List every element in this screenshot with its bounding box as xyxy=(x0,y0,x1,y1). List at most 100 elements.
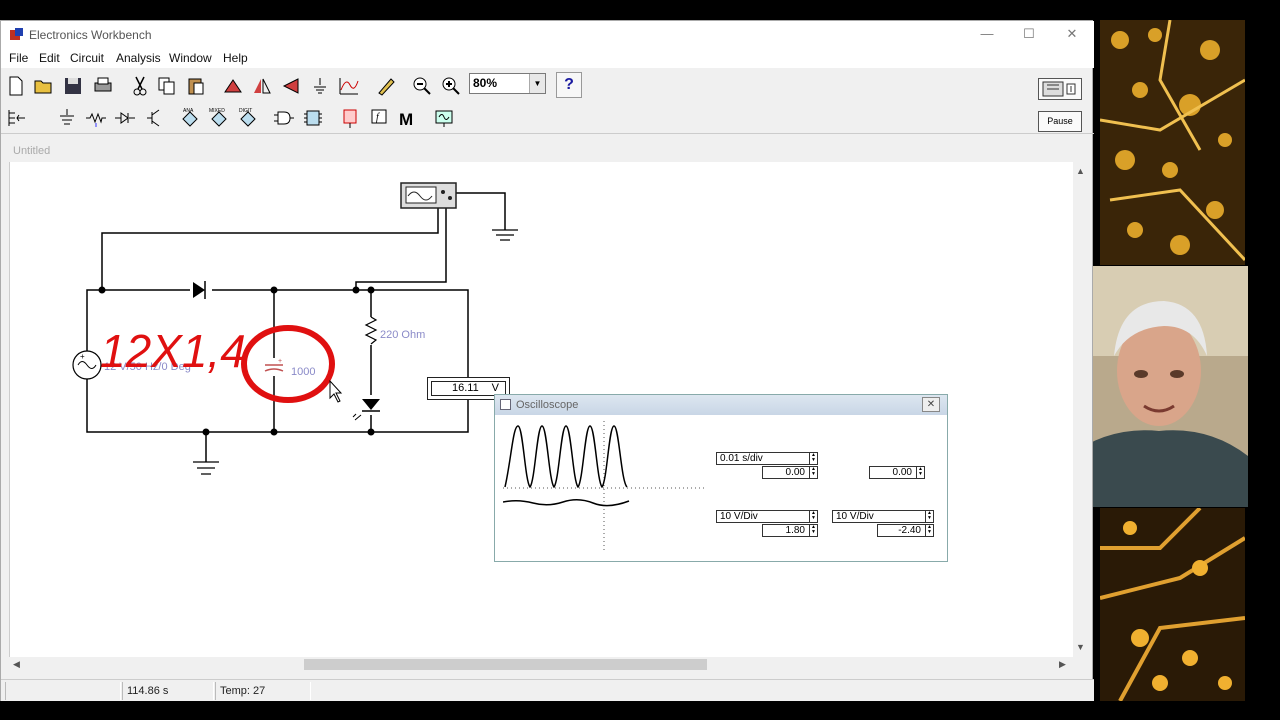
zoom-out-icon xyxy=(413,77,431,95)
graph-button[interactable] xyxy=(336,73,362,99)
channel-a-position-spinner[interactable]: 1.80 ▲ ▼ xyxy=(762,524,818,537)
channel-a-scale-spinner[interactable]: 10 V/Div ▲ ▼ xyxy=(716,510,818,523)
cut-button[interactable] xyxy=(127,73,153,99)
maximize-button[interactable]: ☐ xyxy=(1014,25,1044,43)
zoom-in-button[interactable] xyxy=(438,73,464,99)
horizontal-scrollbar[interactable]: ◀ ▶ xyxy=(9,657,1073,671)
channel-b-position-value: -2.40 xyxy=(898,525,921,536)
scroll-left-icon[interactable]: ◀ xyxy=(13,659,20,670)
clipboard-icon xyxy=(188,78,204,95)
controls-bin-button[interactable]: f xyxy=(366,105,392,131)
zoom-select[interactable]: 80% ▼ xyxy=(469,73,546,94)
logic-gate-icon xyxy=(274,111,294,125)
scroll-up-icon[interactable]: ▲ xyxy=(1076,166,1085,176)
favorites-bin-button[interactable] xyxy=(4,105,30,131)
minimize-button[interactable]: — xyxy=(972,25,1002,43)
oscilloscope-close-icon[interactable]: ✕ xyxy=(922,397,940,412)
voltmeter-value: 16.11 xyxy=(452,382,479,394)
timebase-value: 0.01 s/div xyxy=(720,453,763,464)
channel-b-scale-spinner[interactable]: 10 V/Div ▲ ▼ xyxy=(832,510,934,523)
indicators-bin-button[interactable] xyxy=(337,105,363,131)
spinner-arrows-icon[interactable]: ▲ ▼ xyxy=(809,453,817,464)
transistors-bin-button[interactable] xyxy=(141,105,167,131)
spinner-arrows-icon[interactable]: ▲ ▼ xyxy=(925,525,933,536)
channel-b-position-spinner[interactable]: -2.40 ▲ ▼ xyxy=(877,524,934,537)
main-window: Electronics Workbench — ☐ ✕ File Edit Ci… xyxy=(0,20,1094,701)
oscilloscope-title-bar[interactable]: Oscilloscope ✕ xyxy=(495,395,947,415)
ac-voltage-source[interactable]: + xyxy=(72,350,102,380)
favorites-bin-icon xyxy=(8,110,25,126)
vertical-scrollbar[interactable]: ▲ ▼ xyxy=(1073,162,1087,657)
menu-window[interactable]: Window xyxy=(169,51,212,65)
diode-component[interactable] xyxy=(190,280,212,300)
channel-a-waveform xyxy=(504,425,628,489)
basic-bin-button[interactable] xyxy=(83,105,109,131)
spinner-arrows-icon[interactable]: ▲ ▼ xyxy=(916,467,924,478)
analog-ic-bin-button[interactable]: ANA xyxy=(177,105,203,131)
transistor-icon xyxy=(147,109,160,127)
resistor-label: 220 Ohm xyxy=(380,329,425,341)
diode-icon xyxy=(115,112,135,124)
title-bar: Electronics Workbench — ☐ ✕ xyxy=(1,21,1094,48)
rotate-button[interactable] xyxy=(220,73,246,99)
horizontal-scroll-thumb[interactable] xyxy=(304,659,707,670)
instrument-icon xyxy=(435,110,453,127)
power-switch-icon xyxy=(1042,81,1076,97)
timebase-spinner[interactable]: 0.01 s/div ▲ ▼ xyxy=(716,452,818,465)
flip-vertical-button[interactable] xyxy=(278,73,304,99)
paste-button[interactable] xyxy=(183,73,209,99)
miscellaneous-bin-button[interactable]: M xyxy=(395,105,421,131)
mixed-ic-bin-button[interactable]: MIXED xyxy=(206,105,232,131)
menu-help[interactable]: Help xyxy=(223,51,248,65)
zoom-value: 80% xyxy=(473,76,498,90)
close-button[interactable]: ✕ xyxy=(1057,25,1087,43)
menu-analysis[interactable]: Analysis xyxy=(116,51,161,65)
spinner-arrows-icon[interactable]: ▲ ▼ xyxy=(809,525,817,536)
instruments-bin-button[interactable] xyxy=(431,105,457,131)
x-position-spinner[interactable]: 0.00 ▲ ▼ xyxy=(762,466,818,479)
trigger-level-spinner[interactable]: 0.00 ▲ ▼ xyxy=(869,466,925,479)
open-button[interactable] xyxy=(31,73,57,99)
scroll-right-icon[interactable]: ▶ xyxy=(1059,659,1066,670)
oscilloscope-window[interactable]: Oscilloscope ✕ 0.01 s/div ▲ ▼ 0.00 ▲ ▼ 0.00 ▲… xyxy=(494,394,948,562)
pencil-check-icon xyxy=(378,78,395,96)
zoom-out-button[interactable] xyxy=(409,73,435,99)
menu-circuit[interactable]: Circuit xyxy=(70,51,104,65)
status-cell-empty xyxy=(5,682,121,700)
oscilloscope-instrument-icon[interactable] xyxy=(400,182,457,209)
spinner-arrows-icon[interactable]: ▲ ▼ xyxy=(809,511,817,522)
spinner-arrows-icon[interactable]: ▲ ▼ xyxy=(809,467,817,478)
zener-diode-component[interactable] xyxy=(352,395,383,421)
save-button[interactable] xyxy=(60,73,86,99)
ground-symbol-main[interactable] xyxy=(193,461,219,475)
ground-symbol-scope[interactable] xyxy=(492,229,518,241)
print-button[interactable] xyxy=(90,73,116,99)
digital-ic-bin-button[interactable]: DIGIT xyxy=(235,105,261,131)
capacitor-component[interactable]: + xyxy=(260,358,288,376)
new-button[interactable] xyxy=(3,73,29,99)
floppy-disk-icon xyxy=(65,78,81,94)
resistor-component[interactable] xyxy=(364,316,378,345)
oscilloscope-screen xyxy=(503,421,707,551)
printer-icon xyxy=(94,77,112,92)
component-properties-button[interactable] xyxy=(373,73,399,99)
spinner-arrows-icon[interactable]: ▲ ▼ xyxy=(925,511,933,522)
power-switch[interactable] xyxy=(1038,78,1082,100)
rotate-icon xyxy=(224,79,242,93)
menu-file[interactable]: File xyxy=(9,51,28,65)
digital-chip-icon xyxy=(304,110,322,126)
digital-ic-icon: DIGIT xyxy=(239,108,256,127)
flip-horizontal-button[interactable] xyxy=(249,73,275,99)
window-title: Electronics Workbench xyxy=(29,28,152,42)
copy-button[interactable] xyxy=(154,73,180,99)
new-file-icon xyxy=(9,76,23,96)
diodes-bin-button[interactable] xyxy=(112,105,138,131)
logic-gates-bin-button[interactable] xyxy=(271,105,297,131)
sources-bin-button[interactable] xyxy=(54,105,80,131)
chevron-down-icon[interactable]: ▼ xyxy=(529,74,545,93)
subcircuit-button[interactable] xyxy=(307,73,333,99)
menu-edit[interactable]: Edit xyxy=(39,51,60,65)
help-button[interactable]: ? xyxy=(556,72,582,98)
digital-bin-button[interactable] xyxy=(300,105,326,131)
scroll-down-icon[interactable]: ▼ xyxy=(1076,642,1085,652)
